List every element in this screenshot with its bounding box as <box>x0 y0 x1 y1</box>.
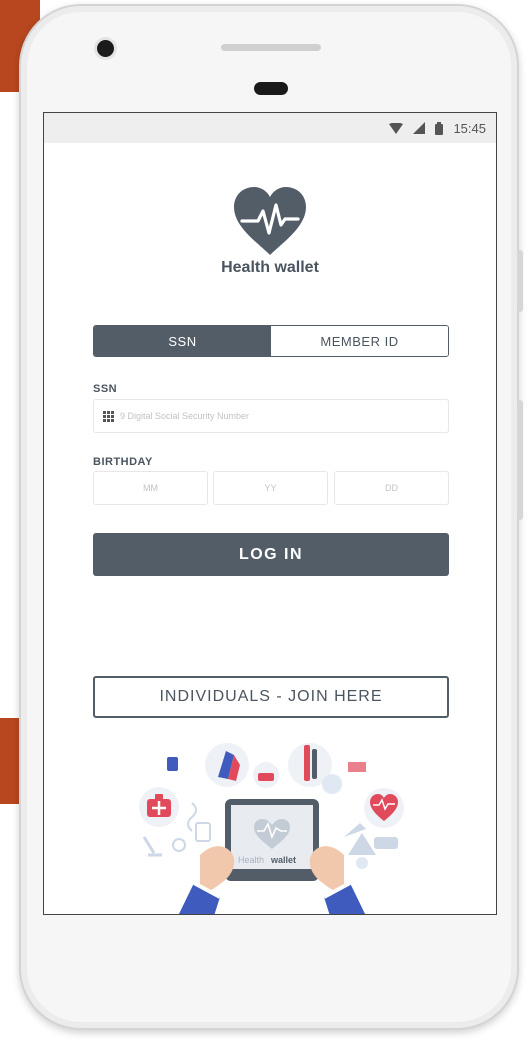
health-illustration: Health wallet <box>139 743 404 914</box>
volume-button <box>517 250 523 312</box>
ssn-label: SSN <box>93 383 118 395</box>
status-bar: 15:45 <box>44 113 496 143</box>
birthday-label: BIRTHDAY <box>93 456 153 468</box>
tablet-brand-light: Health <box>238 855 264 865</box>
birthday-month-input[interactable]: MM <box>93 471 208 505</box>
tablet-brand-bold: wallet <box>270 855 296 865</box>
join-button[interactable]: INDIVIDUALS - JOIN HERE <box>93 676 449 718</box>
power-button <box>517 400 523 520</box>
earpiece <box>254 82 288 95</box>
tablet-illustration: Health wallet <box>225 799 319 881</box>
birthday-day-input[interactable]: DD <box>334 471 449 505</box>
heart-pulse-icon <box>234 187 306 255</box>
login-type-toggle: SSN MEMBER ID <box>93 325 449 357</box>
app-screen: 15:45 Health wallet SSN MEMBER ID SSN 9 … <box>43 112 497 915</box>
signal-icon <box>413 122 426 134</box>
tab-member-id[interactable]: MEMBER ID <box>271 326 448 356</box>
login-button[interactable]: LOG IN <box>93 533 449 576</box>
tab-ssn[interactable]: SSN <box>94 326 271 356</box>
wifi-icon <box>389 122 404 134</box>
ssn-input[interactable]: 9 Digital Social Security Number <box>93 399 449 433</box>
front-camera <box>97 40 114 57</box>
keypad-icon <box>103 410 114 422</box>
battery-icon <box>435 121 444 135</box>
ssn-placeholder: 9 Digital Social Security Number <box>120 411 250 421</box>
speaker-grille <box>221 44 321 51</box>
birthday-year-input[interactable]: YY <box>213 471 328 505</box>
app-name: Health wallet <box>221 259 319 276</box>
status-time: 15:45 <box>453 120 486 136</box>
